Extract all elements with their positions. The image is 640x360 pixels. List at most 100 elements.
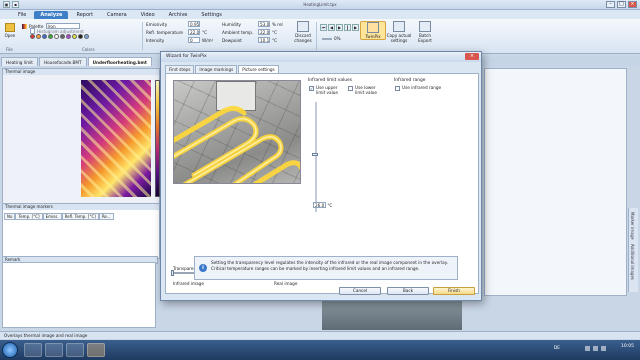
discard-changes-button[interactable]: Discard changes [290,21,316,43]
first-frame-icon[interactable]: ⏮ [320,24,327,31]
swatch-yellow[interactable] [72,34,77,39]
start-button[interactable] [2,342,18,358]
tab-picture-settings[interactable]: Picture settings [238,65,279,73]
use-upper-limit-option[interactable]: ✓ Use upper limit value [309,85,343,95]
batch-label: Batch Export [418,33,432,43]
thermography-app-icon[interactable] [87,343,105,357]
col-refl-temp[interactable]: Refl. Temp. [°C] [61,213,99,220]
intensity-input[interactable]: 0 [188,37,200,43]
media-icon[interactable] [66,343,84,357]
thermal-image[interactable] [81,80,151,197]
batch-export-button[interactable]: Batch Export [412,21,438,43]
title-bar: ▣ ▪ HeatingLimit.tpx – □ × [0,0,640,10]
save-icon[interactable]: ▪ [12,1,19,8]
swatch-orange[interactable] [36,34,41,39]
finish-button[interactable]: Finish [433,287,475,295]
menu-tab-camera[interactable]: Camera [101,11,133,19]
swatch-black[interactable] [78,34,83,39]
doc-tab-housefacade[interactable]: Housefacade.BMT [38,57,87,66]
upper-limit-temp-input[interactable]: 26.0 [313,202,327,208]
info-icon: i [199,264,207,272]
side-tab-additional-images[interactable]: Additional images [630,244,635,280]
use-lower-checkbox[interactable] [348,86,353,91]
tab-first-steps[interactable]: First steps [165,65,195,73]
maximize-button[interactable]: □ [617,1,626,8]
doc-tab-underfloorheating[interactable]: Underfloorheating.bmt [87,57,152,66]
humidity-field: Humidity 53.0 % rel [222,21,283,27]
col-temp[interactable]: Temp. [°C] [15,213,43,220]
close-button[interactable]: × [628,1,637,8]
swatch-white[interactable] [54,34,59,39]
copy-icon [393,21,405,32]
side-tab-marker-image[interactable]: Marker image [630,212,635,240]
flag-icon[interactable] [601,346,606,351]
explorer-icon[interactable] [24,343,42,357]
dialog-close-button[interactable]: × [465,53,479,60]
dewpoint-input[interactable]: 10.1 [258,37,270,43]
use-lower-label: Use lower limit value [355,85,377,95]
menu-tab-analyze[interactable]: Analyze [34,11,69,19]
histogram-label: Histogram adjustment [37,28,84,34]
use-upper-checkbox[interactable]: ✓ [309,86,314,91]
menu-tab-archive[interactable]: Archive [163,11,194,19]
palette-icon [22,23,27,29]
swatch-blue[interactable] [42,34,47,39]
humidity-input[interactable]: 53.0 [258,21,270,27]
menu-tab-settings[interactable]: Settings [195,11,228,19]
refl-temp-input[interactable]: 22.0 [188,29,200,35]
upper-limit-slider-thumb[interactable] [312,153,318,156]
ir-range-group-label: Infrared range [394,78,426,83]
play-icon[interactable]: ▶ [336,24,343,31]
clock[interactable]: 10:05 [621,344,634,349]
upper-limit-slider[interactable] [315,102,317,212]
back-button[interactable]: Back [387,287,429,295]
col-no[interactable]: No [4,213,16,220]
swatch-gray[interactable] [60,34,65,39]
use-ir-range-checkbox[interactable] [395,86,400,91]
intensity-unit: W/m² [202,37,214,43]
remark-textarea[interactable] [2,262,156,328]
export-icon [419,21,431,32]
twinpix-overlay-image [173,80,301,184]
swatch-purple[interactable] [66,34,71,39]
language-indicator[interactable]: DE [554,346,560,351]
ir-limit-group-label: Infrared limit values [308,78,353,83]
humidity-unit: % rel [272,21,283,27]
zoom-slider[interactable] [322,37,332,40]
emissivity-input[interactable]: 0.95 [188,21,200,27]
network-icon[interactable] [585,346,590,351]
browser-icon[interactable] [45,343,63,357]
ambient-field: Ambient temp. 22.0 °C [222,29,277,35]
open-label: Open [4,33,16,38]
twinpix-button[interactable]: TwinPix [360,21,386,40]
twinpix-wizard-dialog: Wizard for TwinPix × First steps Image m… [160,51,482,301]
col-more[interactable]: Re... [98,213,114,220]
next-frame-icon[interactable]: ▶ [352,24,359,31]
pause-icon[interactable]: ‖ [344,24,351,31]
zoom-field: 0% [322,36,341,41]
minimize-button[interactable]: – [606,1,615,8]
transparency-slider-thumb[interactable] [171,270,174,276]
menu-tab-file[interactable]: File [12,11,32,19]
swatch-cyan[interactable] [84,34,89,39]
humidity-label: Humidity [222,21,241,27]
swatch-green[interactable] [48,34,53,39]
doc-tab-heating-limit[interactable]: Heating limit [1,57,38,66]
volume-icon[interactable] [593,346,598,351]
ambient-input[interactable]: 22.0 [258,29,270,35]
col-emiss[interactable]: Emiss. [42,213,62,220]
right-panel [484,68,627,296]
open-button[interactable]: Open [3,22,17,42]
menu-tab-report[interactable]: Report [70,11,99,19]
menu-tab-video[interactable]: Video [135,11,161,19]
use-lower-limit-option[interactable]: Use lower limit value [348,85,382,95]
use-ir-range-option[interactable]: Use infrared range [395,85,455,91]
use-ir-range-label: Use infrared range [402,85,442,90]
tab-image-markings[interactable]: Image markings [195,65,238,73]
copy-settings-button[interactable]: Copy actual settings [386,21,412,43]
app-menu-icon[interactable]: ▣ [3,1,10,8]
dewpoint-unit: °C [272,37,278,43]
swatch-red[interactable] [30,34,35,39]
prev-frame-icon[interactable]: ◀ [328,24,335,31]
cancel-button[interactable]: Cancel [339,287,381,295]
